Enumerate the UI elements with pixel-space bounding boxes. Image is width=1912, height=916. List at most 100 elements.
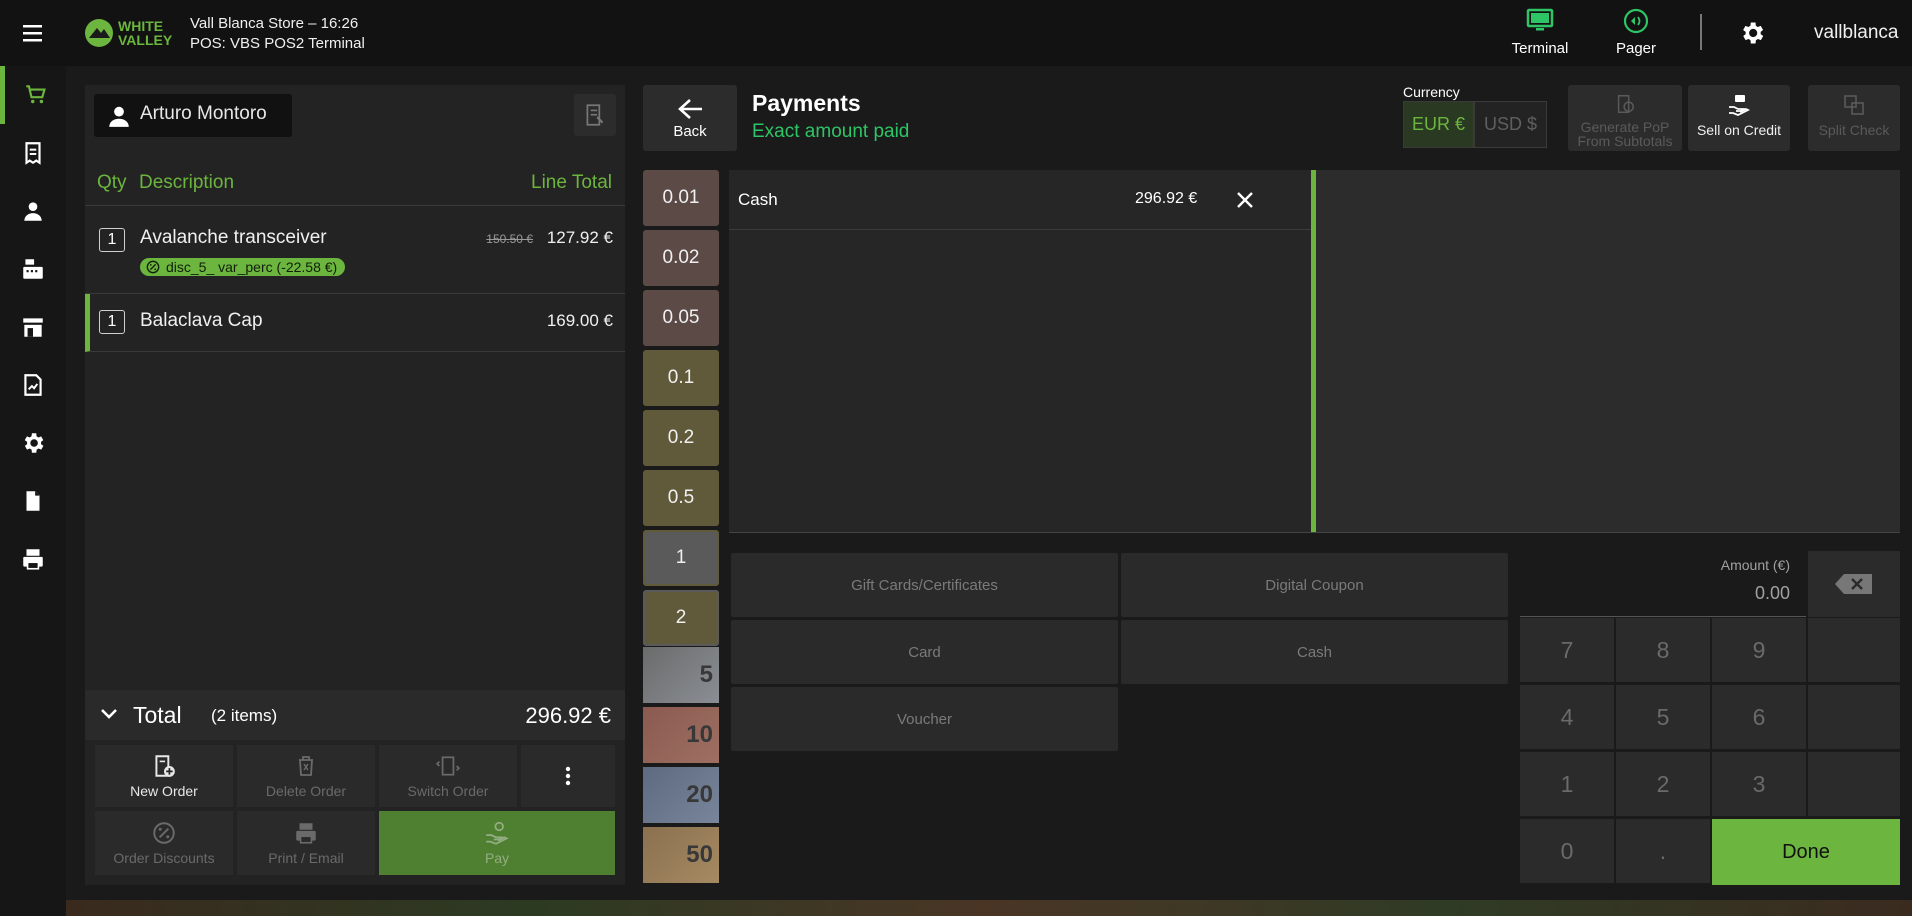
coin-button[interactable]: 1	[643, 530, 719, 586]
key-6[interactable]: 6	[1712, 685, 1806, 749]
backspace-button[interactable]	[1808, 551, 1900, 617]
currency-usd-button[interactable]: USD $	[1474, 101, 1547, 148]
order-discounts-button[interactable]: Order Discounts	[95, 811, 233, 875]
coin-button[interactable]: 0.1	[643, 350, 719, 406]
order-line-selected[interactable]: 1 Balaclava Cap 169.00 €	[85, 294, 625, 352]
store-icon	[23, 318, 43, 337]
line-qty[interactable]: 1	[99, 228, 125, 252]
switch-order-button[interactable]: Switch Order	[379, 745, 517, 807]
key-3[interactable]: 3	[1712, 752, 1806, 816]
person-icon	[109, 106, 129, 127]
sidebar-item-cart[interactable]	[0, 66, 66, 124]
line-description: Balaclava Cap	[140, 310, 263, 331]
coin-button[interactable]: 0.2	[643, 410, 719, 466]
divider	[85, 205, 625, 206]
banknote-button[interactable]: 10	[643, 707, 719, 763]
discount-icon	[153, 822, 175, 844]
pop-icon	[1617, 95, 1634, 113]
key-blank	[1808, 752, 1900, 816]
order-line[interactable]: 1 Avalanche transceiver 150.50 € 127.92 …	[85, 212, 625, 294]
key-1[interactable]: 1	[1520, 752, 1614, 816]
key-9[interactable]: 9	[1712, 618, 1806, 682]
coin-button[interactable]: 0.5	[643, 470, 719, 526]
coin-button[interactable]: 2	[643, 590, 719, 646]
key-8[interactable]: 8	[1616, 618, 1710, 682]
sidebar-item-receipts[interactable]	[0, 124, 66, 182]
sidebar-item-printer[interactable]	[0, 530, 66, 588]
total-label: Total	[133, 702, 182, 728]
items-count: (2 items)	[211, 706, 278, 725]
chevron-down-icon[interactable]	[99, 706, 119, 722]
coin-button[interactable]: 0.01	[643, 170, 719, 226]
discount-tag[interactable]: disc_5_ var_perc (-22.58 €)	[140, 258, 346, 276]
coin-button[interactable]: 0.02	[643, 230, 719, 286]
store-line: Vall Blanca Store – 16:26	[190, 15, 359, 32]
cash-button[interactable]: Cash	[1121, 620, 1508, 684]
report-icon	[24, 374, 42, 396]
sidebar-item-reports[interactable]	[0, 356, 66, 414]
key-0[interactable]: 0	[1520, 819, 1614, 883]
monitor-icon	[1526, 8, 1554, 31]
brand-line2: VALLEY	[118, 32, 173, 48]
card-button[interactable]: Card	[731, 620, 1118, 684]
currency-eur-button[interactable]: EUR €	[1403, 101, 1474, 148]
key-2[interactable]: 2	[1616, 752, 1710, 816]
sidebar-item-documents[interactable]	[0, 472, 66, 530]
key-decimal[interactable]: .	[1616, 819, 1710, 883]
more-options-button[interactable]	[521, 745, 615, 807]
print-email-button[interactable]: Print / Email	[237, 811, 375, 875]
banknote-button[interactable]: 20	[643, 767, 719, 823]
coin-button[interactable]: 0.05	[643, 290, 719, 346]
key-5[interactable]: 5	[1616, 685, 1710, 749]
sidebar-item-register[interactable]	[0, 240, 66, 298]
credit-hand-icon	[1729, 95, 1751, 116]
settings-gear-icon[interactable]	[1738, 19, 1766, 47]
amount-label: Amount (€)	[1720, 557, 1790, 573]
payment-lines-panel: Cash 296.92 €	[729, 170, 1312, 532]
menu-icon[interactable]	[18, 20, 48, 46]
backspace-icon	[1835, 574, 1872, 594]
cart-icon	[25, 85, 46, 104]
close-icon[interactable]	[1235, 190, 1255, 210]
total-value: 296.92 €	[525, 703, 611, 728]
terminal-button[interactable]: Terminal	[1502, 8, 1578, 62]
back-button[interactable]: Back	[643, 85, 737, 151]
banknote-button[interactable]: 5	[643, 647, 719, 703]
gear-icon	[24, 433, 44, 453]
banknote-button[interactable]: 50	[643, 827, 719, 883]
voucher-button[interactable]: Voucher	[731, 687, 1118, 751]
key-7[interactable]: 7	[1520, 618, 1614, 682]
new-order-button[interactable]: New Order	[95, 745, 233, 807]
order-discounts-label: Order Discounts	[113, 850, 215, 866]
key-4[interactable]: 4	[1520, 685, 1614, 749]
sidebar-item-store[interactable]	[0, 298, 66, 356]
pager-button[interactable]: Pager	[1598, 8, 1674, 62]
gift-cards-button[interactable]: Gift Cards/Certificates	[731, 553, 1118, 617]
qty-header: Qty	[97, 172, 127, 193]
order-notes-button[interactable]	[574, 94, 616, 136]
pay-button[interactable]: Pay	[379, 811, 615, 875]
sidebar-item-settings[interactable]	[0, 414, 66, 472]
done-button[interactable]: Done	[1712, 819, 1900, 885]
delete-order-button[interactable]: Delete Order	[237, 745, 375, 807]
terminal-line: POS: VBS POS2 Terminal	[190, 35, 365, 52]
payment-status: Exact amount paid	[752, 121, 910, 142]
digital-coupon-button[interactable]: Digital Coupon	[1121, 553, 1508, 617]
payment-line[interactable]: Cash 296.92 €	[729, 170, 1312, 230]
username[interactable]: vallblanca	[1814, 22, 1899, 44]
printer-icon	[296, 823, 316, 844]
line-qty[interactable]: 1	[99, 310, 125, 334]
receipt-icon	[25, 142, 41, 165]
total-bar[interactable]: Total (2 items) 296.92 €	[85, 690, 625, 740]
sidebar-item-customers[interactable]	[0, 182, 66, 240]
amount-input[interactable]: 0.00	[1520, 583, 1806, 617]
sell-on-credit-button[interactable]: Sell on Credit	[1688, 85, 1790, 151]
line-price: 169.00 €	[546, 311, 613, 330]
generate-pop-button[interactable]: Generate PoP From Subtotals	[1568, 85, 1682, 151]
cash-register-icon	[23, 259, 43, 279]
split-check-button[interactable]: Split Check	[1808, 85, 1900, 151]
customer-button[interactable]: Arturo Montoro	[94, 94, 292, 137]
switch-icon	[435, 756, 461, 776]
document-icon	[26, 491, 40, 511]
currency-label: Currency	[1403, 84, 1460, 100]
